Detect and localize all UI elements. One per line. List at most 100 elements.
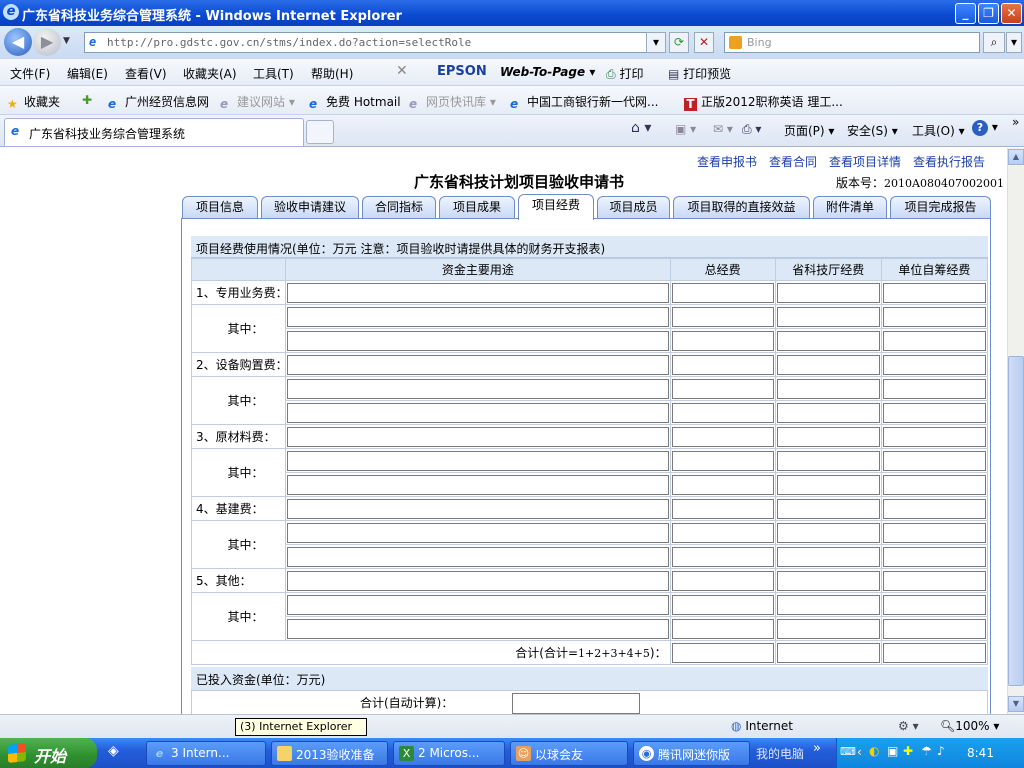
- refresh-icon[interactable]: ⟳: [669, 32, 689, 53]
- self-fund-input[interactable]: [882, 498, 986, 519]
- purpose-input[interactable]: [287, 402, 669, 423]
- self-fund-input[interactable]: [882, 594, 986, 615]
- search-icon[interactable]: ⌕: [983, 32, 1005, 53]
- tab-project-funds[interactable]: 项目经费: [518, 194, 594, 220]
- self-fund-input[interactable]: [882, 330, 986, 351]
- total-fund-input[interactable]: [671, 354, 774, 375]
- tab-project-members[interactable]: 项目成员: [597, 196, 670, 218]
- self-fund-input[interactable]: [882, 426, 986, 447]
- total-fund-input[interactable]: [671, 618, 774, 639]
- total-fund-input[interactable]: [671, 378, 774, 399]
- purpose-input[interactable]: [287, 474, 669, 495]
- self-fund-input[interactable]: [882, 306, 986, 327]
- link-view-project-details[interactable]: 查看项目详情: [829, 153, 901, 170]
- browser-tab[interactable]: e 广东省科技业务综合管理系统: [4, 118, 304, 146]
- total-fund-input[interactable]: [671, 450, 774, 471]
- add-favorite-icon[interactable]: ✚: [82, 93, 92, 107]
- menu-edit[interactable]: 编辑(E): [67, 65, 108, 82]
- self-fund-input[interactable]: [882, 546, 986, 567]
- keyboard-icon[interactable]: ⌨: [840, 745, 856, 758]
- link-view-execution-report[interactable]: 查看执行报告: [913, 153, 985, 170]
- tray-volume-icon[interactable]: ♪: [937, 744, 945, 758]
- tab-project-results[interactable]: 项目成果: [439, 196, 515, 218]
- task-tencent[interactable]: ◉ 腾讯网迷你版: [633, 741, 750, 766]
- provincial-fund-input[interactable]: [776, 426, 880, 447]
- print-preview-button[interactable]: ▤ 打印预览: [668, 65, 731, 82]
- purpose-input[interactable]: [287, 354, 669, 375]
- provincial-fund-input[interactable]: [776, 618, 880, 639]
- self-fund-input[interactable]: [882, 570, 986, 591]
- stop-icon[interactable]: ✕: [694, 32, 714, 53]
- close-toolbar-icon[interactable]: ✕: [396, 63, 408, 79]
- toolbar-chevron-icon[interactable]: »: [813, 741, 821, 756]
- mail-icon[interactable]: ✉ ▾: [713, 122, 733, 136]
- self-total-input[interactable]: [882, 642, 986, 663]
- total-fund-input[interactable]: [671, 426, 774, 447]
- provincial-fund-input[interactable]: [776, 282, 880, 303]
- self-fund-input[interactable]: [882, 354, 986, 375]
- favorite-link[interactable]: e 广州经贸信息网: [108, 93, 209, 111]
- vertical-scrollbar[interactable]: ▲ ▼: [1007, 148, 1024, 714]
- provincial-fund-input[interactable]: [776, 402, 880, 423]
- purpose-input[interactable]: [287, 450, 669, 471]
- back-button[interactable]: ◀: [4, 28, 32, 56]
- close-button[interactable]: ✕: [1001, 3, 1022, 24]
- tray-network-icon[interactable]: ☂: [921, 744, 932, 758]
- scroll-up-icon[interactable]: ▲: [1008, 149, 1024, 165]
- help-icon[interactable]: ? ▾: [972, 120, 998, 136]
- total-fund-input[interactable]: [671, 474, 774, 495]
- total-fund-input[interactable]: [671, 330, 774, 351]
- favorite-link[interactable]: e 免费 Hotmail: [309, 93, 401, 111]
- menu-tools[interactable]: 工具(T): [253, 65, 294, 82]
- home-icon[interactable]: ⌂ ▾: [631, 120, 651, 136]
- provincial-fund-input[interactable]: [776, 522, 880, 543]
- purpose-input[interactable]: [287, 570, 669, 591]
- purpose-input[interactable]: [287, 498, 669, 519]
- provincial-fund-input[interactable]: [776, 474, 880, 495]
- menu-view[interactable]: 查看(V): [125, 65, 167, 82]
- total-fund-input[interactable]: [671, 546, 774, 567]
- provincial-fund-input[interactable]: [776, 498, 880, 519]
- self-fund-input[interactable]: [882, 450, 986, 471]
- menu-favorites[interactable]: 收藏夹(A): [183, 65, 237, 82]
- tab-attachments[interactable]: 附件清单: [813, 196, 887, 218]
- menu-file[interactable]: 文件(F): [10, 65, 50, 82]
- provincial-fund-input[interactable]: [776, 450, 880, 471]
- history-dropdown-icon[interactable]: ▼: [63, 36, 70, 46]
- provincial-fund-input[interactable]: [776, 570, 880, 591]
- tray-monitor-icon[interactable]: ▣: [887, 744, 898, 758]
- self-fund-input[interactable]: [882, 474, 986, 495]
- page-menu[interactable]: 页面(P) ▾: [784, 122, 834, 139]
- total-fund-input[interactable]: [671, 570, 774, 591]
- total-fund-input[interactable]: [671, 402, 774, 423]
- link-view-contract[interactable]: 查看合同: [769, 153, 817, 170]
- task-internet-explorer[interactable]: e3 Intern...: [146, 741, 266, 766]
- self-fund-input[interactable]: [882, 522, 986, 543]
- minimize-button[interactable]: _: [955, 3, 976, 24]
- purpose-input[interactable]: [287, 618, 669, 639]
- favorites-button[interactable]: ★ 收藏夹: [7, 93, 60, 111]
- provincial-fund-input[interactable]: [776, 594, 880, 615]
- tab-acceptance-suggestion[interactable]: 验收申请建议: [261, 196, 359, 218]
- menu-help[interactable]: 帮助(H): [311, 65, 353, 82]
- forward-button[interactable]: ▶: [33, 28, 61, 56]
- window-title-bar[interactable]: e 广东省科技业务综合管理系统 - Windows Internet Explo…: [0, 0, 1024, 26]
- my-computer-label[interactable]: 我的电脑: [756, 745, 804, 762]
- self-fund-input[interactable]: [882, 402, 986, 423]
- web-to-page-button[interactable]: Web-To-Page ▾: [500, 65, 595, 79]
- provincial-fund-input[interactable]: [776, 306, 880, 327]
- provincial-total-input[interactable]: [776, 642, 880, 663]
- purpose-input[interactable]: [287, 522, 669, 543]
- address-input[interactable]: e http://pro.gdstc.gov.cn/stms/index.do?…: [84, 32, 664, 53]
- favorite-link[interactable]: T 正版2012职称英语 理工...: [684, 93, 843, 111]
- favorite-link[interactable]: e 中国工商银行新一代网...: [510, 93, 658, 111]
- new-tab-button[interactable]: [306, 120, 334, 144]
- tray-plus-icon[interactable]: ✚: [903, 744, 913, 758]
- safety-menu[interactable]: 安全(S) ▾: [847, 122, 898, 139]
- self-fund-input[interactable]: [882, 618, 986, 639]
- tab-direct-benefits[interactable]: 项目取得的直接效益: [673, 196, 810, 218]
- search-options-button[interactable]: ▾: [1006, 32, 1022, 53]
- scroll-thumb[interactable]: [1008, 356, 1024, 686]
- purpose-input[interactable]: [287, 546, 669, 567]
- auto-total-input[interactable]: [512, 693, 640, 714]
